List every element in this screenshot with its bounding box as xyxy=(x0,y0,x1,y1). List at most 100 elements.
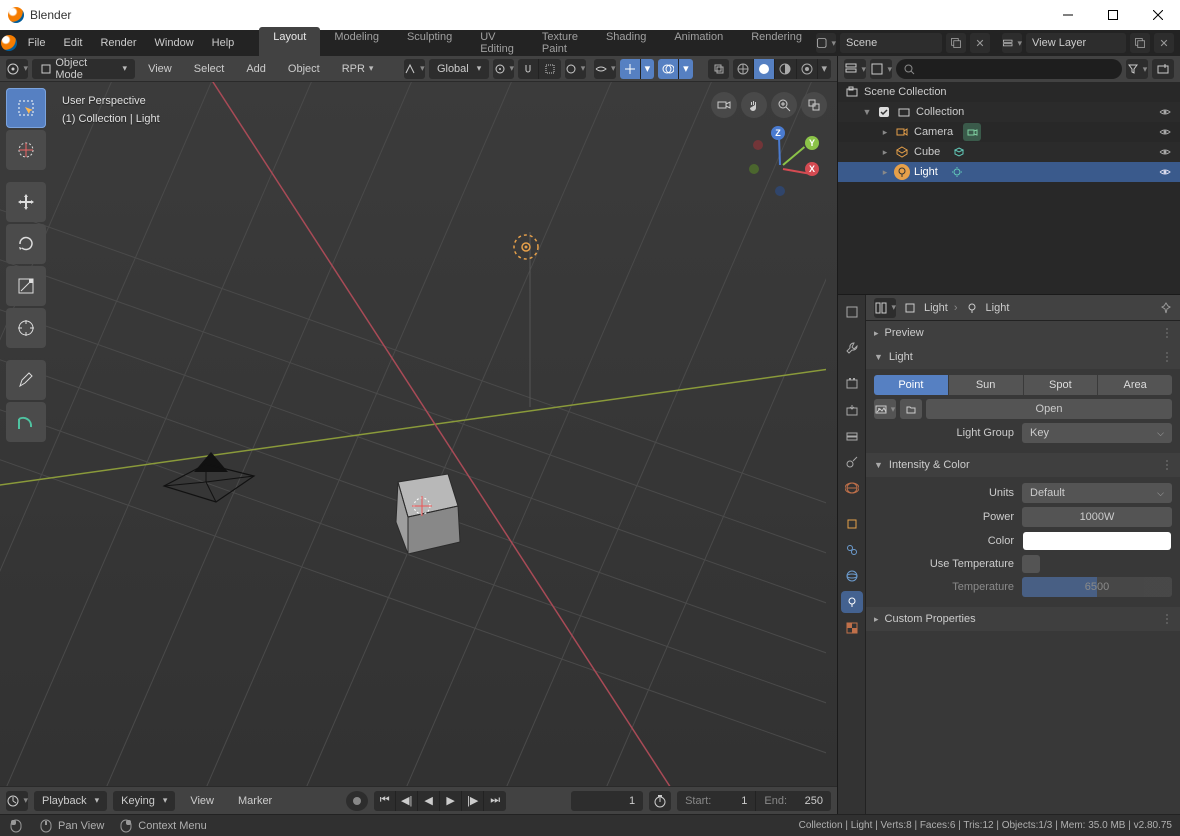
props-editor-dropdown[interactable] xyxy=(874,298,896,318)
orientation-dropdown[interactable]: Global xyxy=(429,59,489,79)
viewport-3d[interactable]: User Perspective (1) Collection | Light xyxy=(0,82,837,786)
power-field[interactable]: 1000W xyxy=(1022,507,1172,527)
color-field[interactable] xyxy=(1022,531,1172,551)
play-reverse[interactable]: ◀ xyxy=(418,791,440,811)
tab-texture-paint[interactable]: Texture Paint xyxy=(528,27,592,59)
light-group-select[interactable]: Key ⌵ xyxy=(1022,423,1172,443)
mesh-data-icon[interactable] xyxy=(950,143,968,161)
pivot-dropdown[interactable] xyxy=(493,59,514,79)
tree-item-camera[interactable]: ▸ Camera xyxy=(838,122,1180,142)
tree-scene-collection[interactable]: Scene Collection xyxy=(838,82,1180,102)
current-frame-field[interactable]: 1 xyxy=(571,791,643,811)
outliner-search[interactable] xyxy=(896,59,1122,79)
tree-disclosure-icon[interactable]: ▼ xyxy=(862,107,872,117)
props-tab-scene[interactable] xyxy=(841,451,863,473)
window-minimize-button[interactable] xyxy=(1045,0,1090,30)
axis-neg-z[interactable] xyxy=(775,186,785,196)
tool-cursor[interactable] xyxy=(6,130,46,170)
panel-preview-header[interactable]: ▸ Preview xyxy=(866,321,1180,345)
props-tab-render[interactable] xyxy=(841,373,863,395)
tree-collection[interactable]: ▼ Collection xyxy=(838,102,1180,122)
show-gizmo-toggle[interactable] xyxy=(620,59,641,79)
viewlayer-browse-button[interactable] xyxy=(1002,33,1022,53)
window-close-button[interactable] xyxy=(1135,0,1180,30)
shading-wireframe[interactable] xyxy=(733,59,754,79)
tool-select-box[interactable] xyxy=(6,88,46,128)
jump-next-keyframe[interactable]: |▶ xyxy=(462,791,484,811)
props-tab-data[interactable] xyxy=(841,591,863,613)
shading-solid[interactable] xyxy=(754,59,775,79)
light-type-spot[interactable]: Spot xyxy=(1024,375,1099,395)
outliner-new-collection[interactable] xyxy=(1152,59,1174,79)
axis-y[interactable]: Y xyxy=(805,136,819,150)
light-type-area[interactable]: Area xyxy=(1098,375,1172,395)
open-button[interactable]: Open xyxy=(926,399,1172,419)
jump-to-start[interactable]: ⏮ xyxy=(374,791,396,811)
viewport-menu-add[interactable]: Add xyxy=(237,58,275,80)
orientation-icon[interactable] xyxy=(404,59,425,79)
color-swatch[interactable] xyxy=(1023,532,1171,550)
tool-rotate[interactable] xyxy=(6,224,46,264)
panel-custom-props-header[interactable]: ▸ Custom Properties xyxy=(866,607,1180,631)
frame-end-field[interactable]: End: 250 xyxy=(756,791,831,811)
props-tab-output[interactable] xyxy=(841,399,863,421)
timeline-editor-type[interactable] xyxy=(6,791,28,811)
window-maximize-button[interactable] xyxy=(1090,0,1135,30)
use-temperature-checkbox[interactable] xyxy=(1022,555,1040,573)
viewport-menu-object[interactable]: Object xyxy=(279,58,329,80)
props-tab-tool[interactable] xyxy=(841,337,863,359)
frame-start-field[interactable]: Start: 1 xyxy=(677,791,756,811)
props-tab-viewlayer[interactable] xyxy=(841,425,863,447)
jump-prev-keyframe[interactable]: ◀| xyxy=(396,791,418,811)
shading-lookdev[interactable] xyxy=(775,59,796,79)
editor-type-dropdown[interactable] xyxy=(6,59,28,79)
tree-item-cube[interactable]: ▸ Cube xyxy=(838,142,1180,162)
tree-disclosure-icon[interactable]: ▸ xyxy=(880,127,890,138)
proportional-edit-dropdown[interactable] xyxy=(565,59,586,79)
tree-disclosure-icon[interactable]: ▸ xyxy=(880,147,890,158)
visibility-dropdown[interactable] xyxy=(594,59,616,79)
overlays-dropdown[interactable]: ▾ xyxy=(679,59,692,79)
axis-x[interactable]: X xyxy=(805,162,819,176)
light-type-sun[interactable]: Sun xyxy=(949,375,1024,395)
panel-intensity-header[interactable]: ▼ Intensity & Color xyxy=(866,453,1180,477)
snap-target-dropdown[interactable] xyxy=(539,59,560,79)
menu-window[interactable]: Window xyxy=(146,32,203,54)
gizmo-dropdown[interactable]: ▾ xyxy=(641,59,654,79)
pin-icon[interactable] xyxy=(1160,302,1172,314)
menu-file[interactable]: File xyxy=(19,32,55,54)
blender-menu-icon[interactable] xyxy=(0,30,19,56)
viewlayer-name-field[interactable] xyxy=(1026,33,1126,53)
tab-shading[interactable]: Shading xyxy=(592,27,660,59)
eye-icon[interactable] xyxy=(1158,165,1172,179)
menu-edit[interactable]: Edit xyxy=(54,32,91,54)
tab-animation[interactable]: Animation xyxy=(660,27,737,59)
checkbox-icon[interactable] xyxy=(876,104,892,120)
axis-neg-y[interactable] xyxy=(749,164,759,174)
scene-name-input[interactable] xyxy=(846,37,936,49)
eye-icon[interactable] xyxy=(1158,145,1172,159)
outliner-filter[interactable] xyxy=(1126,59,1148,79)
panel-light-header[interactable]: ▼ Light xyxy=(866,345,1180,369)
gizmo-camera-view[interactable] xyxy=(711,92,737,118)
tree-disclosure-icon[interactable]: ▸ xyxy=(880,167,890,178)
tab-layout[interactable]: Layout xyxy=(259,27,320,59)
jump-to-end[interactable]: ⏭ xyxy=(484,791,506,811)
tool-move[interactable] xyxy=(6,182,46,222)
scene-name-field[interactable] xyxy=(840,33,942,53)
xray-toggle[interactable] xyxy=(708,59,729,79)
menu-help[interactable]: Help xyxy=(203,32,244,54)
props-tab-world[interactable] xyxy=(841,477,863,499)
tool-transform[interactable] xyxy=(6,308,46,348)
timeline-keying-menu[interactable]: Keying xyxy=(113,791,175,811)
outliner-editor-type[interactable] xyxy=(844,59,866,79)
viewlayer-new-button[interactable] xyxy=(1130,33,1150,53)
timeline-view-menu[interactable]: View xyxy=(181,790,223,812)
tool-scale[interactable] xyxy=(6,266,46,306)
axis-z[interactable]: Z xyxy=(771,126,785,140)
light-data-icon[interactable] xyxy=(948,163,966,181)
autokey-toggle[interactable] xyxy=(346,791,368,811)
scene-new-button[interactable] xyxy=(946,33,966,53)
temperature-field[interactable]: 6500 xyxy=(1022,577,1172,597)
snap-toggle[interactable] xyxy=(518,59,539,79)
